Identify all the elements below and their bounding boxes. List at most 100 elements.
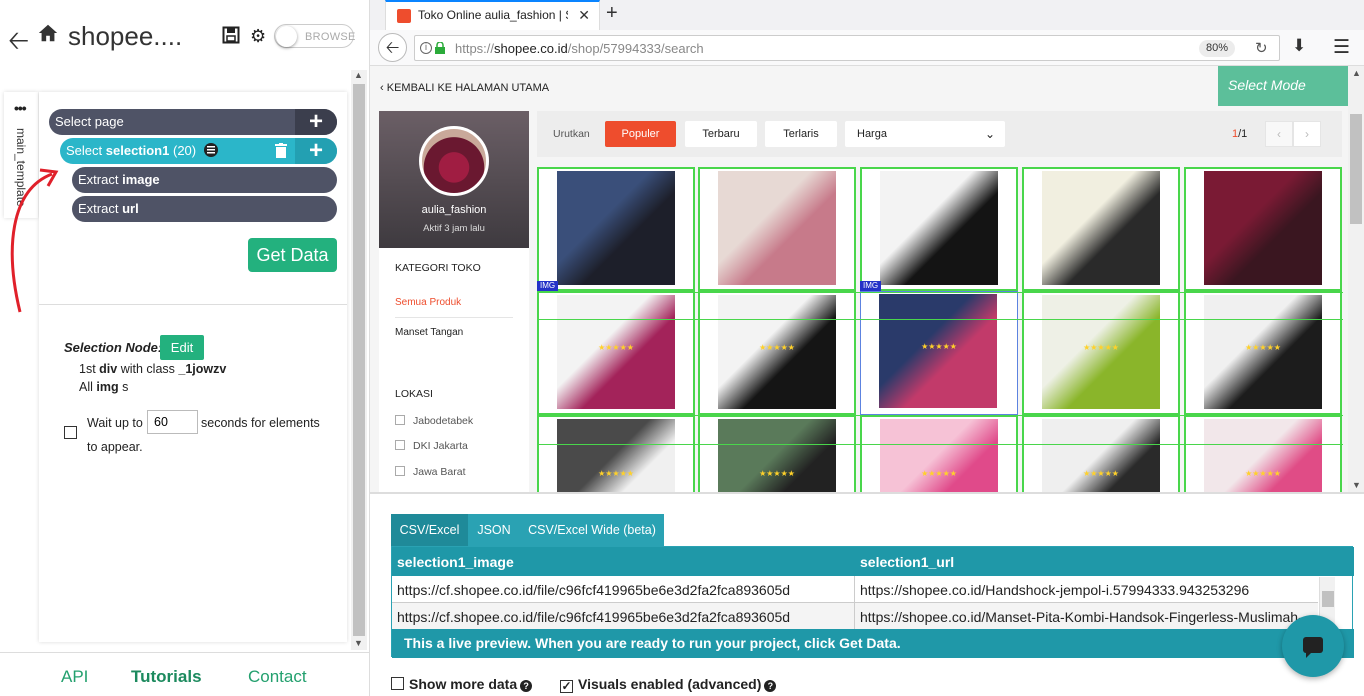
tutorials-link[interactable]: Tutorials — [131, 667, 202, 687]
product-card[interactable] — [537, 167, 695, 291]
zoom-level[interactable]: 80% — [1199, 40, 1235, 57]
category-manset-tangan[interactable]: Manset Tangan — [395, 327, 463, 338]
product-card[interactable]: ★★★★★ — [698, 415, 856, 492]
product-image-handsock-bow-set[interactable] — [1042, 419, 1160, 492]
scroll-thumb[interactable] — [1350, 114, 1362, 224]
scroll-up-icon[interactable]: ▲ — [1352, 68, 1361, 78]
home-icon[interactable] — [37, 22, 59, 44]
help-icon[interactable]: ? — [520, 680, 533, 692]
browser-back-icon[interactable]: 🡠 — [378, 33, 407, 62]
category-all-products[interactable]: Semua Produk — [395, 297, 461, 308]
gear-icon[interactable]: ⚙ — [250, 26, 266, 47]
product-card[interactable] — [698, 167, 856, 291]
product-image-handsock-pink-bow[interactable] — [880, 419, 998, 492]
sort-popular-button[interactable]: Populer — [605, 121, 676, 147]
download-icon[interactable]: ⬇ — [1292, 36, 1306, 56]
panel-scrollbar[interactable]: ▲ ▼ — [351, 70, 367, 650]
extract-url-command[interactable]: Extract url — [72, 196, 337, 222]
list-icon[interactable] — [203, 143, 218, 157]
scroll-down-icon[interactable]: ▼ — [1352, 480, 1361, 490]
chat-button[interactable] — [1282, 615, 1344, 677]
product-image-handsock-green[interactable] — [1042, 295, 1160, 409]
close-tab-icon[interactable]: ✕ — [578, 7, 590, 24]
select-page-command[interactable]: Select page + — [49, 109, 337, 135]
checkbox[interactable] — [391, 677, 404, 690]
contact-link[interactable]: Contact — [248, 667, 307, 687]
product-image-handsock-jempol-black[interactable] — [880, 171, 998, 285]
product-card[interactable]: ★★★★★ — [1184, 415, 1342, 492]
product-card[interactable]: ★★★★★ — [537, 415, 695, 492]
select-selection1-command[interactable]: Select selection1 (20) + — [60, 138, 337, 164]
sort-bestseller-button[interactable]: Terlaris — [765, 121, 837, 147]
product-card[interactable]: ★★★★★ — [537, 291, 695, 415]
shop-avatar[interactable] — [419, 126, 489, 196]
back-home-link[interactable]: ‹ KEMBALI KE HALAMAN UTAMA — [380, 82, 549, 94]
checkbox[interactable] — [395, 415, 405, 425]
product-card[interactable]: ★★★★★ — [1022, 291, 1180, 415]
checkbox[interactable] — [395, 466, 405, 476]
product-image-handsock-maroon[interactable] — [1204, 171, 1322, 285]
page-indicator: 1/1 — [1232, 128, 1247, 140]
sort-price-select[interactable]: Harga ⌄ — [845, 121, 1005, 147]
wait-seconds-input[interactable] — [147, 410, 198, 434]
reload-icon[interactable]: ↻ — [1255, 39, 1268, 57]
show-more-data-option[interactable]: Show more data? — [391, 676, 533, 692]
get-data-button[interactable]: Get Data — [248, 238, 337, 272]
scroll-thumb[interactable] — [1322, 591, 1334, 607]
shop-name[interactable]: aulia_fashion — [379, 204, 529, 216]
product-image-handsock-pink-lace[interactable] — [557, 295, 675, 409]
url-bar[interactable]: i https://shopee.co.id/shop/57994333/sea… — [414, 35, 1280, 61]
product-image-handsock-pink[interactable] — [1204, 419, 1322, 492]
product-image-handsock-blue[interactable] — [557, 171, 675, 285]
visuals-enabled-option[interactable]: ✓ Visuals enabled (advanced)? — [560, 676, 777, 693]
product-card[interactable]: ★★★★★ — [860, 415, 1018, 492]
prev-page-button[interactable]: ‹ — [1265, 121, 1293, 147]
page-scrollbar[interactable]: ▲ ▼ — [1348, 66, 1364, 492]
back-arrow-icon[interactable]: 🡠 — [8, 22, 29, 66]
tab-json[interactable]: JSON — [468, 514, 520, 546]
product-card[interactable] — [1022, 167, 1180, 291]
product-image-handsock-colors[interactable] — [879, 294, 997, 408]
browse-toggle[interactable]: BROWSE — [274, 24, 355, 48]
location-filter[interactable]: Jabodetabek — [395, 415, 473, 427]
trash-icon[interactable] — [275, 143, 287, 158]
tab-csv-wide[interactable]: CSV/Excel Wide (beta) — [520, 514, 664, 546]
product-card[interactable]: ★★★★★ — [1022, 415, 1180, 492]
help-icon[interactable]: ? — [764, 680, 777, 692]
product-image-hijab-niqab[interactable] — [718, 419, 836, 492]
api-link[interactable]: API — [61, 667, 88, 687]
hamburger-menu-icon[interactable]: ☰ — [1333, 36, 1350, 59]
more-icon[interactable]: ••• — [14, 100, 27, 116]
scroll-up-icon[interactable]: ▲ — [354, 70, 363, 80]
select-mode-badge[interactable]: Select Mode — [1218, 66, 1348, 106]
new-tab-icon[interactable]: + — [606, 2, 618, 25]
add-command-button[interactable]: + — [295, 109, 337, 135]
product-image-handsock-flower-white[interactable] — [1042, 171, 1160, 285]
location-filter[interactable]: Jawa Barat — [395, 466, 466, 478]
next-page-button[interactable]: › — [1293, 121, 1321, 147]
extract-image-command[interactable]: Extract image — [72, 167, 337, 193]
tab-csv[interactable]: CSV/Excel — [391, 514, 468, 546]
product-card[interactable] — [860, 167, 1018, 291]
info-icon[interactable]: i — [420, 42, 432, 54]
scroll-down-icon[interactable]: ▼ — [354, 638, 363, 648]
checkbox[interactable] — [395, 440, 405, 450]
location-filter[interactable]: DKI Jakarta — [395, 440, 468, 452]
scroll-thumb[interactable] — [353, 84, 365, 636]
wait-checkbox[interactable] — [64, 426, 77, 439]
product-card[interactable]: ★★★★★ — [698, 291, 856, 415]
product-image-handsock-set[interactable] — [557, 419, 675, 492]
sort-newest-button[interactable]: Terbaru — [685, 121, 757, 147]
url-text[interactable]: https://shopee.co.id/shop/57994333/searc… — [455, 41, 704, 56]
checkbox-checked[interactable]: ✓ — [560, 680, 573, 693]
product-image-handsock-jempol-hitam[interactable] — [718, 295, 836, 409]
product-image-hijab-black-niqab[interactable] — [1204, 295, 1322, 409]
product-image-handsock-pink-bows[interactable] — [718, 171, 836, 285]
save-icon[interactable] — [222, 26, 240, 44]
product-card[interactable]: ★★★★★ — [860, 291, 1018, 415]
browser-tab[interactable]: Toko Online aulia_fashion | S ✕ — [385, 0, 600, 30]
product-card[interactable]: ★★★★★ — [1184, 291, 1342, 415]
add-command-button[interactable]: + — [295, 138, 337, 164]
edit-button[interactable]: Edit — [160, 335, 204, 360]
product-card[interactable] — [1184, 167, 1342, 291]
